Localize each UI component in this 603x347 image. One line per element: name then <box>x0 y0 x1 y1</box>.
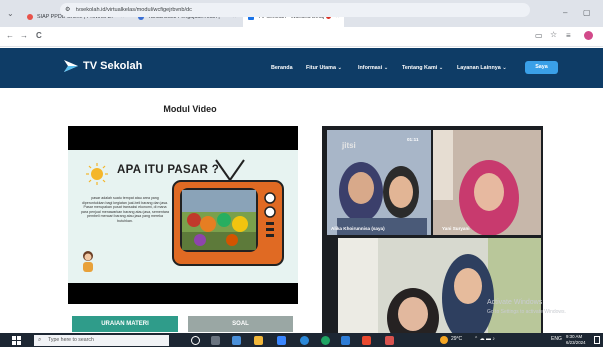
tab-soal[interactable]: SOAL <box>188 316 293 332</box>
call-timer: 01:11 <box>407 137 419 142</box>
word-icon[interactable] <box>341 336 350 345</box>
clock-date[interactable]: 6/23/2024 <box>566 340 586 345</box>
edge-icon[interactable] <box>300 336 309 345</box>
taskbar-search-field[interactable]: ⌕ Type here to search <box>34 335 169 346</box>
weather-temp[interactable]: 29°C <box>451 336 462 342</box>
reload-button[interactable]: C <box>36 31 42 40</box>
tv-antenna-icon <box>215 159 245 181</box>
student-illustration <box>83 251 93 272</box>
task-view-icon[interactable] <box>211 336 220 345</box>
address-bar-row <box>0 27 603 47</box>
url-text: tvsekolah.id/virtualkelas/modul/wcfigejr… <box>76 7 192 13</box>
taskbar-search-placeholder: Type here to search <box>48 337 94 343</box>
nav-informasi[interactable]: Informasi ⌄ <box>358 65 388 71</box>
profile-button[interactable]: Saya <box>525 61 558 74</box>
cast-icon[interactable]: ▭ <box>535 31 543 40</box>
page-title: Modul Video <box>163 104 217 114</box>
mail-icon[interactable] <box>232 336 241 345</box>
slide-text: pasar adalah suatu tempat atau area yang… <box>80 196 170 223</box>
forward-button[interactable]: → <box>20 31 28 40</box>
url-field[interactable]: ⚙ tvsekolah.id/virtualkelas/modul/wcfige… <box>60 3 530 17</box>
extensions-icon[interactable]: ≡ <box>566 31 571 40</box>
nav-beranda[interactable]: Beranda <box>271 65 293 71</box>
nav-tentang-kami[interactable]: Tentang Kami ⌄ <box>402 65 443 71</box>
minimize-button[interactable]: – <box>563 8 567 17</box>
file-explorer-icon[interactable] <box>254 336 263 345</box>
tray-icons[interactable]: ⌃ ☁ ▬ ♪ <box>474 336 495 342</box>
tv-sekolah-logo-icon[interactable] <box>63 58 79 74</box>
profile-avatar[interactable] <box>584 31 593 40</box>
search-icon: ⌕ <box>38 337 42 343</box>
participant-tile-yani[interactable] <box>433 130 541 235</box>
participant-name-alika: Alika Khoirunnisa (saya) <box>331 226 385 231</box>
activate-windows-subtitle: Go to Settings to activate Windows. <box>487 309 566 315</box>
nav-layanan-lainnya[interactable]: Layanan Lainnya ⌄ <box>457 65 507 71</box>
notification-icon[interactable] <box>594 336 600 344</box>
chrome-icon[interactable] <box>321 336 330 345</box>
windows-start-icon[interactable] <box>12 336 21 345</box>
ppdb-favicon-icon <box>27 13 33 20</box>
participant-name-yani: Yani Suryani <box>442 226 470 231</box>
jitsi-watermark: jitsi <box>342 141 356 150</box>
nav-fitur-utama[interactable]: Fitur Utama ⌄ <box>306 65 342 71</box>
market-photo <box>180 188 258 252</box>
tab-search-icon[interactable]: ⌄ <box>7 9 14 18</box>
clock-time[interactable]: 9:30 AM <box>566 334 582 339</box>
tab-uraian-materi[interactable]: URAIAN MATERI <box>72 316 178 332</box>
back-button[interactable]: ← <box>6 31 14 40</box>
tv-knobs-icon <box>264 192 276 237</box>
maximize-button[interactable]: ▢ <box>583 8 591 17</box>
language-indicator[interactable]: ENG <box>551 336 562 342</box>
bookmark-star-icon[interactable]: ☆ <box>550 30 557 39</box>
sun-icon <box>86 163 108 185</box>
slide-title: APA ITU PASAR ? <box>117 164 220 176</box>
activate-windows-title: Activate Windows <box>487 299 543 306</box>
media-app-icon[interactable] <box>385 336 394 345</box>
participant-tile-main[interactable] <box>338 238 541 333</box>
cortana-icon[interactable] <box>191 336 200 345</box>
powerpoint-icon[interactable] <box>362 336 371 345</box>
site-brand[interactable]: TV Sekolah <box>83 60 142 72</box>
store-icon[interactable] <box>277 336 286 345</box>
site-info-icon[interactable]: ⚙ <box>65 3 70 17</box>
weather-icon[interactable] <box>440 336 448 344</box>
